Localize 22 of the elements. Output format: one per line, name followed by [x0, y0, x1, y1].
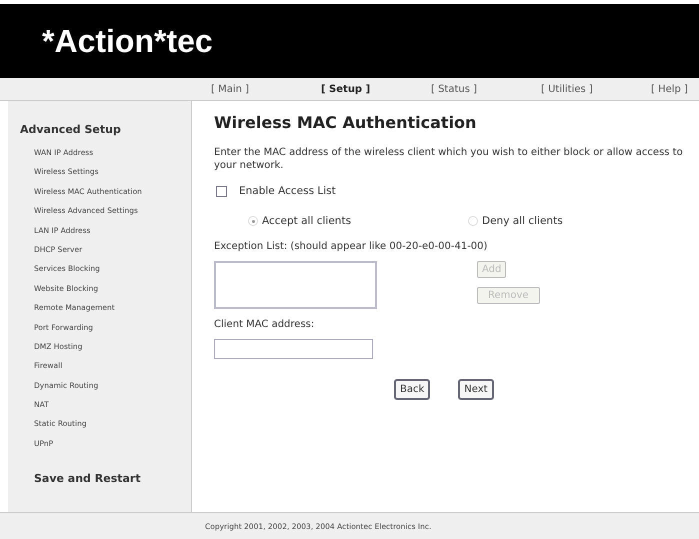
checkbox-label: Enable Access List — [239, 185, 336, 197]
radio-label: Accept all clients — [262, 215, 352, 227]
nav-tab[interactable]: [ Help ] — [651, 84, 688, 94]
radio-label: Deny all clients — [482, 215, 563, 227]
radio-button[interactable] — [468, 216, 478, 226]
nav-tab[interactable]: [ Main ] — [211, 84, 321, 94]
nav-tab[interactable]: [ Utilities ] — [541, 84, 651, 94]
nav-button[interactable]: Next — [458, 379, 494, 400]
description: Enter the MAC address of the wireless client which you wish to either block or allow access to your network. — [214, 146, 684, 172]
exception-list-label: Exception List: (should appear like 00-20-e0-00-41-00) — [214, 241, 488, 252]
nav-tab[interactable]: [ Status ] — [431, 84, 541, 94]
exception-list-box[interactable] — [214, 261, 377, 309]
nav-button[interactable]: Back — [394, 379, 430, 400]
logo: *Action*tec — [42, 22, 213, 60]
sidebar-title: Advanced Setup — [20, 123, 122, 136]
page-title: Wireless MAC Authentication — [214, 113, 478, 132]
client-mac-label: Client MAC address: — [214, 319, 316, 330]
nav-tab[interactable]: [ Setup ] — [321, 84, 431, 94]
save-restart-link[interactable]: Save and Restart — [20, 472, 191, 486]
client-mac-field[interactable] — [214, 339, 373, 359]
checkbox[interactable] — [216, 186, 227, 196]
radio-button[interactable] — [248, 216, 258, 226]
